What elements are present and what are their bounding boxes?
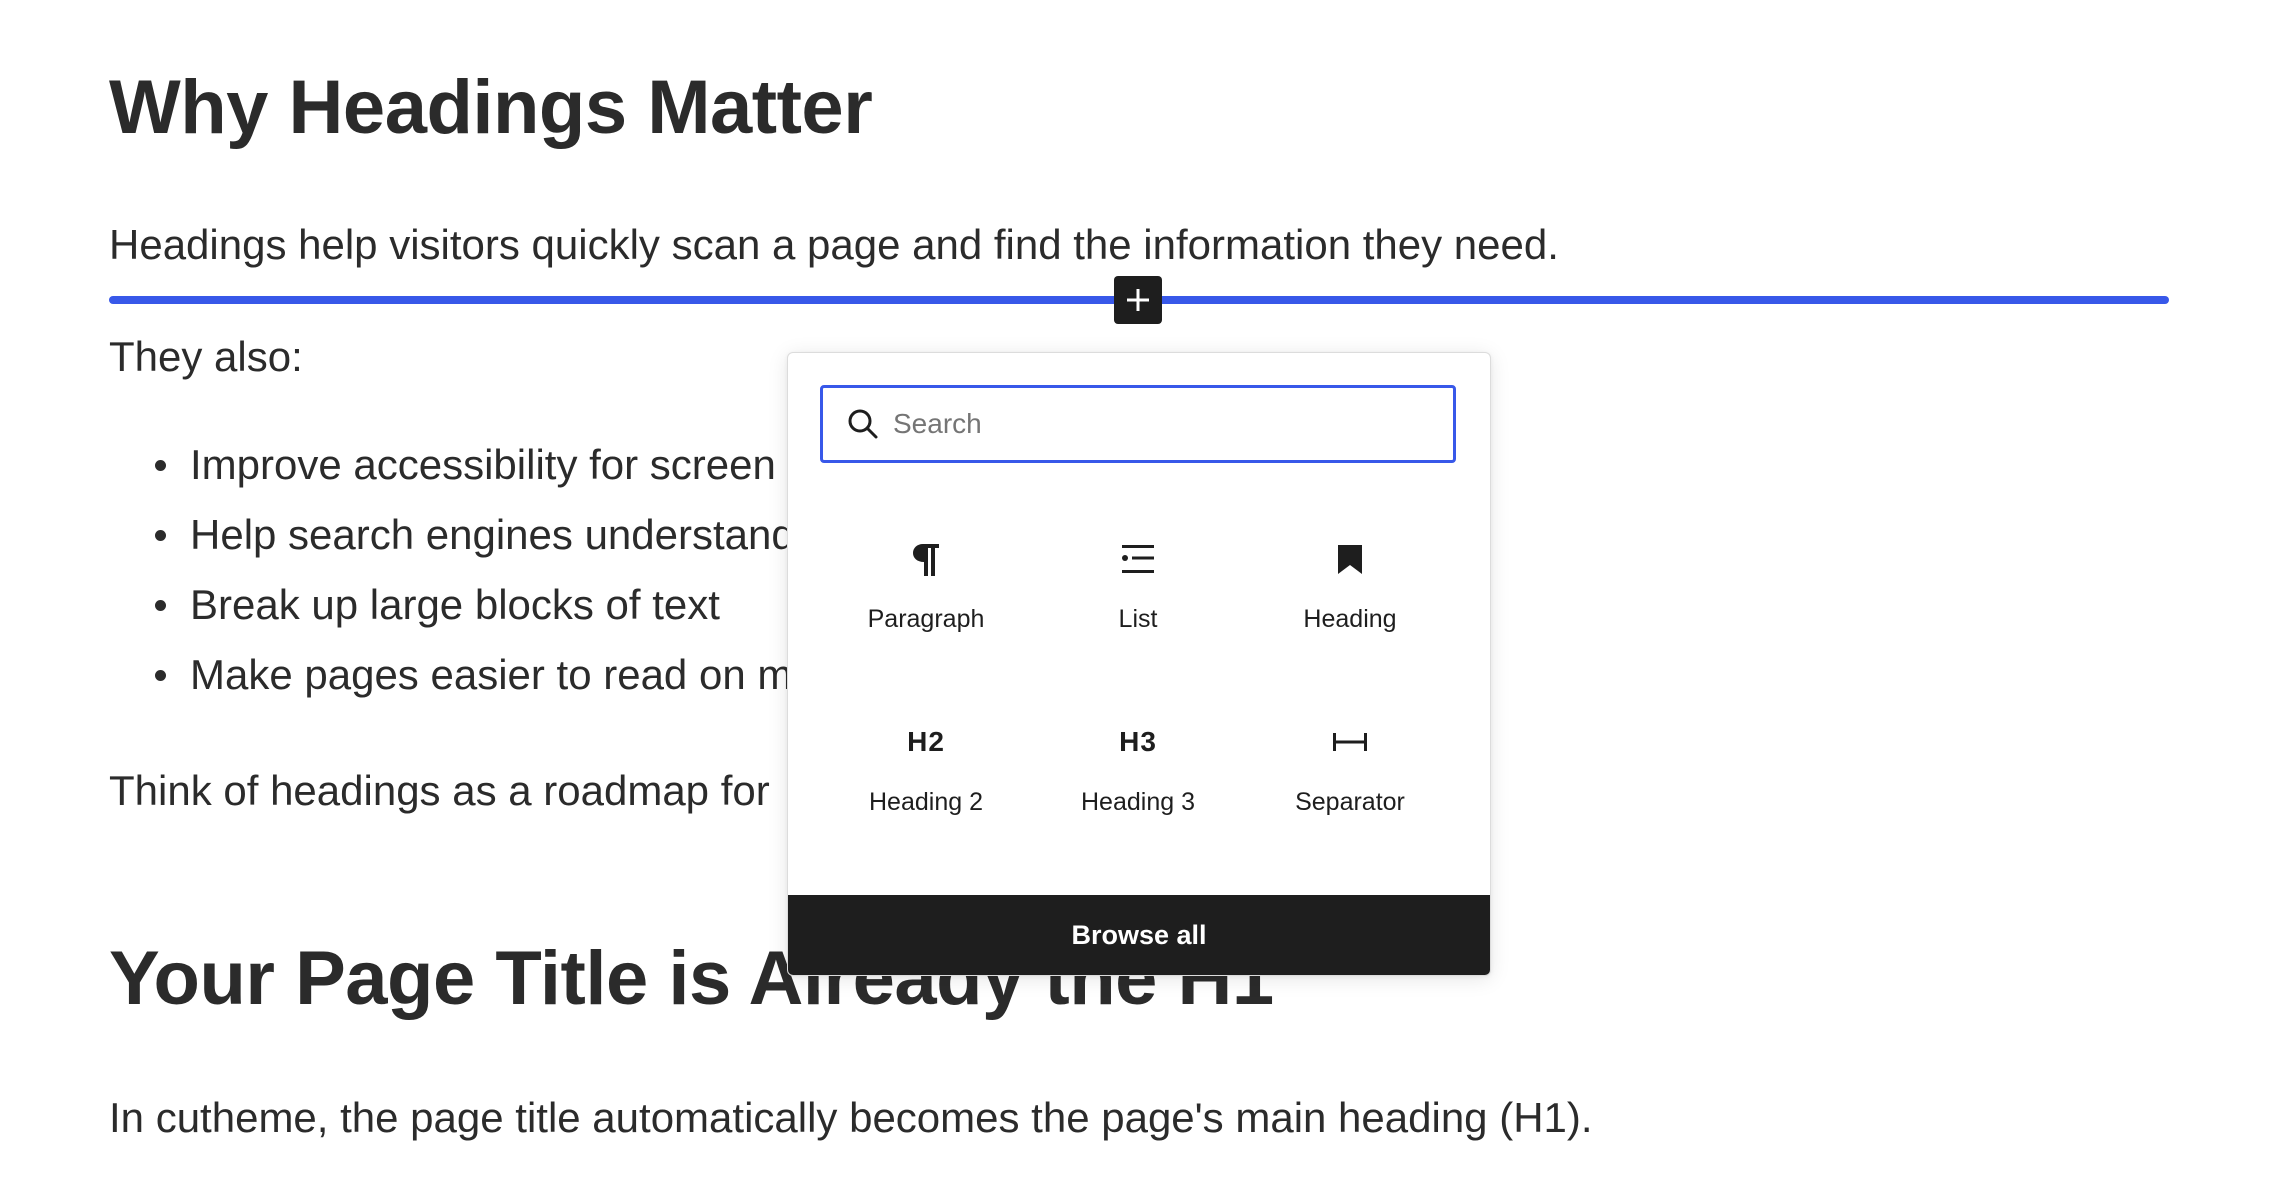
- bookmark-icon: [1326, 535, 1374, 583]
- h3-icon: H3: [1114, 718, 1162, 766]
- block-label: List: [1118, 605, 1158, 633]
- block-grid: Paragraph List Heading H2 Heading 2 H3 H…: [820, 503, 1456, 869]
- separator-icon: [1326, 718, 1374, 766]
- list-item[interactable]: Improve accessibility for screen: [109, 440, 795, 510]
- block-label: Heading 3: [1081, 788, 1195, 816]
- bullet-dot: [155, 460, 166, 471]
- list-item-text: Make pages easier to read on m: [190, 651, 793, 698]
- list-item-text: Improve accessibility for screen: [190, 441, 776, 488]
- list-icon: [1114, 535, 1162, 583]
- block-option-heading-3[interactable]: H3 Heading 3: [1032, 686, 1244, 869]
- heading-why-headings-matter[interactable]: Why Headings Matter: [109, 70, 873, 146]
- h3-icon-text: H3: [1119, 726, 1157, 757]
- block-option-heading[interactable]: Heading: [1244, 503, 1456, 686]
- list-item[interactable]: Break up large blocks of text: [109, 580, 795, 650]
- block-label: Heading 2: [869, 788, 983, 816]
- list-item-text: Break up large blocks of text: [190, 581, 720, 628]
- search-icon: [848, 409, 878, 439]
- bullet-list[interactable]: Improve accessibility for screen Help se…: [109, 440, 795, 720]
- paragraph-they-also[interactable]: They also:: [109, 336, 303, 378]
- list-item-text: Help search engines understand: [190, 511, 795, 558]
- search-input[interactable]: [893, 408, 1413, 440]
- list-item[interactable]: Help search engines understand: [109, 510, 795, 580]
- block-option-separator[interactable]: Separator: [1244, 686, 1456, 869]
- bullet-dot: [155, 670, 166, 681]
- block-option-list[interactable]: List: [1032, 503, 1244, 686]
- browse-all-button[interactable]: Browse all: [788, 895, 1490, 975]
- block-label: Separator: [1295, 788, 1405, 816]
- paragraph-roadmap[interactable]: Think of headings as a roadmap for: [109, 770, 770, 812]
- block-label: Heading: [1303, 605, 1397, 633]
- bullet-dot: [155, 530, 166, 541]
- plus-icon: [1127, 289, 1149, 311]
- paragraph-intro[interactable]: Headings help visitors quickly scan a pa…: [109, 224, 1559, 266]
- add-block-button[interactable]: [1114, 276, 1162, 324]
- bullet-dot: [155, 600, 166, 611]
- block-label: Paragraph: [867, 605, 985, 633]
- h2-icon: H2: [902, 718, 950, 766]
- search-box[interactable]: [820, 385, 1456, 463]
- block-option-heading-2[interactable]: H2 Heading 2: [820, 686, 1032, 869]
- h2-icon-text: H2: [907, 726, 945, 757]
- paragraph-cutheme[interactable]: In cutheme, the page title automatically…: [109, 1097, 1593, 1139]
- block-option-paragraph[interactable]: Paragraph: [820, 503, 1032, 686]
- paragraph-icon: [902, 535, 950, 583]
- block-inserter-popover: Paragraph List Heading: [787, 352, 1491, 976]
- list-item[interactable]: Make pages easier to read on m: [109, 650, 795, 720]
